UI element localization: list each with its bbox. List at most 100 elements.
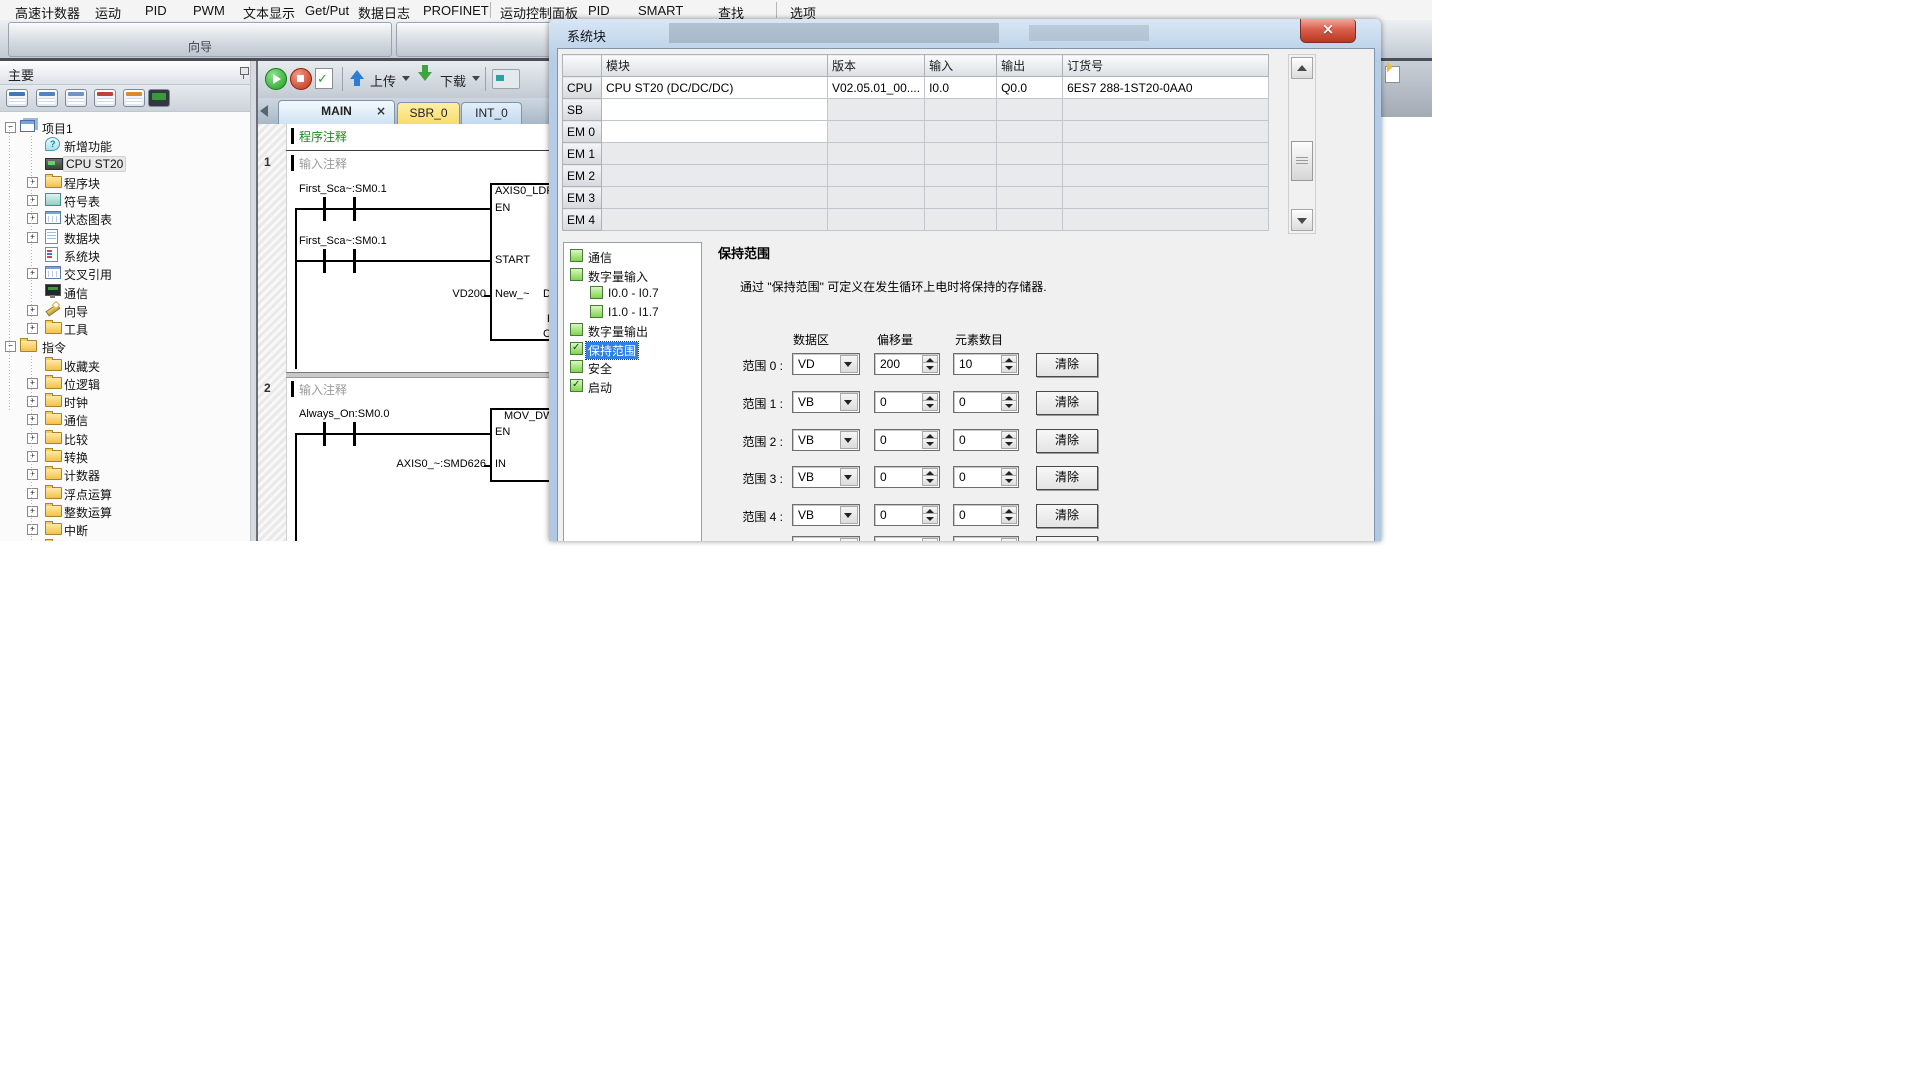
offset-stepper-3[interactable]: 0	[874, 466, 940, 488]
cell-module[interactable]	[602, 165, 828, 187]
nav-back-icon[interactable]	[6, 89, 28, 107]
tree-item-CPU ST20[interactable]: CPU ST20	[0, 155, 250, 173]
option-icon[interactable]	[570, 268, 583, 281]
dialog-tree-item-通信[interactable]: 通信	[564, 247, 701, 265]
spin-down-icon[interactable]	[1001, 513, 1017, 524]
option-icon[interactable]	[570, 323, 583, 336]
cell-version[interactable]	[828, 99, 925, 121]
expand-icon[interactable]: +	[27, 323, 38, 334]
tab-INT_0[interactable]: INT_0	[461, 102, 522, 124]
tree-item-收藏夹[interactable]: 收藏夹	[0, 356, 250, 374]
data-area-select-3[interactable]: VB	[792, 466, 860, 488]
expand-icon[interactable]: +	[27, 506, 38, 517]
download-label[interactable]: 下载	[440, 71, 466, 90]
cell-output[interactable]	[997, 165, 1063, 187]
chevron-down-icon[interactable]	[840, 506, 858, 524]
cell-input[interactable]: I0.0	[925, 77, 997, 99]
table-scrollbar[interactable]	[1288, 54, 1316, 234]
dialog-tree-item-保持范围[interactable]: 保持范围	[564, 340, 701, 358]
clear-button-5[interactable]	[1036, 536, 1098, 541]
count-stepper-4[interactable]: 0	[953, 504, 1019, 526]
tree-item-浮点运算[interactable]: +浮点运算	[0, 484, 250, 502]
clear-button-0[interactable]: 清除	[1036, 353, 1098, 377]
menu-item-11[interactable]: SMART	[638, 3, 683, 18]
cell-input[interactable]	[925, 187, 997, 209]
clear-button-4[interactable]: 清除	[1036, 504, 1098, 528]
cell-output[interactable]	[997, 187, 1063, 209]
count-stepper-3[interactable]: 0	[953, 466, 1019, 488]
scroll-down-icon[interactable]	[1291, 209, 1313, 231]
clear-button-2[interactable]: 清除	[1036, 429, 1098, 453]
stop-button[interactable]	[290, 68, 312, 90]
tree-item-时钟[interactable]: +时钟	[0, 392, 250, 410]
cell-order[interactable]	[1063, 143, 1269, 165]
tree-item-逻辑运算[interactable]: +逻辑运算	[0, 538, 250, 541]
table-view-icon[interactable]	[36, 89, 58, 107]
download-icon[interactable]	[418, 72, 432, 81]
checked-icon[interactable]	[570, 342, 583, 355]
close-button[interactable]: ×	[1300, 19, 1356, 43]
expand-icon[interactable]: +	[27, 268, 38, 279]
checked-icon[interactable]	[570, 379, 583, 392]
chevron-down-icon[interactable]	[840, 538, 858, 541]
tree-item-数据块[interactable]: +数据块	[0, 228, 250, 246]
cell-module[interactable]	[602, 209, 828, 231]
clear-button-1[interactable]: 清除	[1036, 391, 1098, 415]
data-area-select-1[interactable]: VB	[792, 391, 860, 413]
data-area-select-5[interactable]	[792, 536, 860, 541]
tree-item-通信[interactable]: +通信	[0, 410, 250, 428]
data-area-select-4[interactable]: VB	[792, 504, 860, 526]
monitor-icon[interactable]	[148, 89, 170, 107]
tree-item-位逻辑[interactable]: +位逻辑	[0, 374, 250, 392]
expand-icon[interactable]: +	[27, 396, 38, 407]
menu-item-5[interactable]: Get/Put	[305, 3, 349, 18]
cell-output[interactable]	[997, 143, 1063, 165]
module-row-EM 4[interactable]: EM 4	[563, 209, 1269, 231]
expand-icon[interactable]: +	[27, 433, 38, 444]
cell-order[interactable]	[1063, 209, 1269, 231]
module-row-EM 2[interactable]: EM 2	[563, 165, 1269, 187]
module-row-EM 0[interactable]: EM 0	[563, 121, 1269, 143]
spin-down-icon[interactable]	[1001, 400, 1017, 411]
tree-item-指令[interactable]: −指令	[0, 337, 250, 355]
option-icon[interactable]	[590, 286, 603, 299]
tree-item-计数器[interactable]: +计数器	[0, 465, 250, 483]
cell-output[interactable]	[997, 99, 1063, 121]
cell-module[interactable]	[602, 99, 828, 121]
tree-item-项目1[interactable]: −项目1	[0, 118, 250, 136]
cell-module[interactable]	[602, 143, 828, 165]
cell-output[interactable]	[997, 209, 1063, 231]
collapse-icon[interactable]: −	[5, 341, 16, 352]
upload-label[interactable]: 上传	[370, 71, 396, 90]
module-row-SB[interactable]: SB	[563, 99, 1269, 121]
spin-down-icon[interactable]	[922, 400, 938, 411]
upload-icon[interactable]	[350, 70, 364, 79]
expand-icon[interactable]: +	[27, 524, 38, 535]
menu-item-3[interactable]: PWM	[193, 3, 225, 18]
cell-input[interactable]	[925, 121, 997, 143]
chevron-down-icon[interactable]	[840, 431, 858, 449]
expand-icon[interactable]: +	[27, 177, 38, 188]
cell-order[interactable]	[1063, 99, 1269, 121]
cell-module[interactable]	[602, 187, 828, 209]
cell-input[interactable]	[925, 209, 997, 231]
data-area-select-2[interactable]: VB	[792, 429, 860, 451]
menu-item-7[interactable]: PROFINET	[423, 3, 489, 18]
expand-icon[interactable]: +	[27, 488, 38, 499]
spin-up-icon[interactable]	[1001, 538, 1017, 541]
chart-view-icon[interactable]	[123, 89, 145, 107]
spin-down-icon[interactable]	[922, 513, 938, 524]
count-stepper-0[interactable]: 10	[953, 353, 1019, 375]
spin-down-icon[interactable]	[922, 362, 938, 373]
offset-stepper-1[interactable]: 0	[874, 391, 940, 413]
run-button[interactable]	[265, 68, 287, 90]
menu-item-10[interactable]: PID	[588, 3, 610, 18]
option-icon[interactable]	[590, 305, 603, 318]
spin-down-icon[interactable]	[922, 438, 938, 449]
spin-up-icon[interactable]	[922, 538, 938, 541]
cell-version[interactable]	[828, 165, 925, 187]
blocks-icon[interactable]	[94, 89, 116, 107]
cell-output[interactable]: Q0.0	[997, 77, 1063, 99]
cell-version[interactable]	[828, 121, 925, 143]
module-table[interactable]: 模块版本输入输出订货号CPUCPU ST20 (DC/DC/DC)V02.05.…	[562, 54, 1269, 231]
